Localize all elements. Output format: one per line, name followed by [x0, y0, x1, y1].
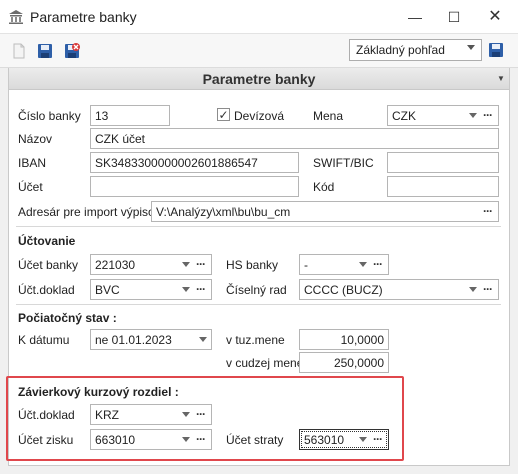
swift-label: SWIFT/BIC [313, 156, 374, 170]
minimize-button[interactable]: — [403, 6, 427, 28]
adresar-label: Adresár pre import výpisov [18, 205, 161, 219]
chevron-down-icon[interactable] [199, 337, 207, 342]
kod-label: Kód [313, 180, 335, 194]
ucet-straty-label: Účet straty [226, 433, 284, 447]
checkmark-icon: ✓ [218, 108, 229, 122]
k-datumu-picker[interactable]: ne 01.01.2023 [90, 329, 212, 350]
mena-label: Mena [313, 109, 344, 123]
chevron-down-icon[interactable] [359, 262, 367, 267]
uct-doklad-label: Účt.doklad [18, 283, 75, 297]
chevron-down-icon[interactable] [182, 437, 190, 442]
nazov-label: Názov [18, 132, 53, 146]
ucet-banky-value: 221030 [95, 258, 136, 272]
chevron-down-icon [467, 45, 475, 50]
more-icon[interactable]: ··· [196, 283, 206, 295]
chevron-down-icon[interactable] [469, 287, 477, 292]
divider [16, 226, 501, 227]
more-icon[interactable]: ··· [483, 283, 493, 295]
ucet-banky-label: Účet banky [18, 258, 79, 272]
maximize-button[interactable]: ☐ [442, 6, 466, 28]
ciselny-rad-value: CCCC (BUCZ) [304, 283, 383, 297]
more-icon[interactable]: ··· [373, 258, 383, 270]
bank-icon [9, 10, 23, 24]
ucet-zisku-select[interactable]: 663010 [90, 429, 212, 450]
adresar-input[interactable]: V:\Analýzy\xml\bu\bu_cm [151, 201, 499, 222]
new-document-icon[interactable] [11, 43, 27, 59]
ucet-label: Účet [18, 180, 43, 194]
more-icon[interactable]: ··· [196, 258, 206, 270]
v-cudzej-mene-label: v cudzej mene [226, 356, 304, 370]
window-title: Parametre banky [30, 9, 137, 25]
devizova-label: Devízová [234, 109, 285, 123]
ucet-zisku-value: 663010 [95, 433, 136, 447]
kod-input[interactable] [387, 176, 499, 197]
close-button[interactable]: ✕ [483, 6, 507, 28]
ucet-zisku-label: Účet zisku [18, 433, 74, 447]
hs-banky-value: - [304, 258, 308, 272]
zav-uct-doklad-value: KRZ [95, 408, 119, 422]
cislo-banky-input[interactable]: 13 [90, 105, 170, 126]
save-icon[interactable] [37, 43, 53, 59]
hs-banky-label: HS banky [226, 258, 279, 272]
zav-uct-doklad-select[interactable]: KRZ [90, 404, 212, 425]
save-and-close-icon[interactable] [64, 43, 80, 59]
collapse-icon[interactable]: ▼ [497, 74, 505, 83]
more-icon[interactable]: ··· [483, 109, 493, 121]
uctovanie-section-title: Účtovanie [18, 234, 76, 248]
divider [16, 304, 501, 305]
swift-input[interactable] [387, 152, 499, 173]
chevron-down-icon[interactable] [469, 113, 477, 118]
more-icon[interactable]: ··· [196, 433, 206, 445]
view-select[interactable]: Základný pohľad [349, 39, 482, 61]
panel-header: Parametre banky [9, 68, 509, 90]
ucet-banky-select[interactable]: 221030 [90, 254, 212, 275]
chevron-down-icon[interactable] [182, 287, 190, 292]
k-datumu-label: K dátumu [18, 333, 70, 347]
adresar-value: V:\Analýzy\xml\bu\bu_cm [156, 205, 291, 219]
more-icon[interactable]: ··· [196, 408, 206, 420]
v-tuz-mene-input[interactable]: 10,0000 [299, 329, 389, 350]
pociatocny-section-title: Počiatočný stav : [18, 311, 117, 325]
iban-label: IBAN [18, 156, 47, 170]
zavierkovy-section-title: Závierkový kurzový rozdiel : [18, 385, 179, 399]
ucet-input[interactable] [90, 176, 299, 197]
ciselny-rad-label: Číselný rad [226, 283, 287, 297]
k-datumu-value: ne 01.01.2023 [95, 333, 172, 347]
browse-icon[interactable]: ··· [483, 205, 493, 217]
chevron-down-icon[interactable] [359, 437, 367, 442]
devizova-checkbox[interactable]: ✓ [217, 108, 230, 121]
more-icon[interactable]: ··· [373, 433, 383, 445]
cislo-banky-label: Číslo banky [18, 109, 81, 123]
save-view-icon[interactable] [488, 42, 504, 58]
chevron-down-icon[interactable] [182, 412, 190, 417]
v-cudzej-mene-input[interactable]: 250,0000 [299, 352, 389, 373]
nazov-input[interactable]: CZK účet [90, 128, 499, 149]
iban-input[interactable]: SK3483300000002601886547 [90, 152, 299, 173]
chevron-down-icon[interactable] [182, 262, 190, 267]
mena-value: CZK [392, 109, 416, 123]
uct-doklad-select[interactable]: BVC [90, 279, 212, 300]
view-select-value: Základný pohľad [356, 43, 445, 57]
ucet-straty-value: 563010 [304, 433, 345, 447]
uct-doklad-value: BVC [95, 283, 120, 297]
v-tuz-mene-label: v tuz.mene [226, 333, 285, 347]
zav-uct-doklad-label: Účt.doklad [18, 408, 75, 422]
